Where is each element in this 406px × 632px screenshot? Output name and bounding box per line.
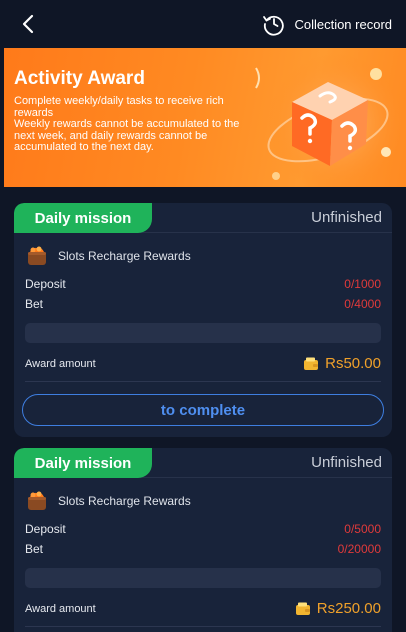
- back-button[interactable]: [16, 12, 40, 36]
- bet-value: 0/4000: [344, 297, 381, 311]
- award-amount: Rs50.00: [303, 355, 381, 372]
- award-row: Award amount Rs50.00: [25, 355, 381, 372]
- award-amount: Rs250.00: [295, 600, 381, 617]
- mystery-cube-icon: [255, 53, 401, 187]
- deposit-value: 0/1000: [344, 277, 381, 291]
- award-label: Award amount: [25, 357, 96, 370]
- mission-status: Unfinished: [311, 209, 382, 226]
- bet-value: 0/20000: [337, 542, 381, 556]
- collection-record-label: Collection record: [294, 16, 392, 32]
- bet-row: Bet 0/4000: [25, 297, 381, 311]
- chevron-left-icon[interactable]: [21, 14, 35, 34]
- bet-label: Bet: [25, 297, 44, 311]
- banner-title: Activity Award: [14, 68, 145, 89]
- to-complete-button[interactable]: to complete: [22, 394, 384, 426]
- mission-card-header: Daily mission Unfinished: [14, 448, 392, 478]
- daily-mission-tag: Daily mission: [14, 203, 152, 233]
- task-row: Slots Recharge Rewards: [26, 245, 191, 267]
- deposit-label: Deposit: [25, 277, 66, 291]
- mission-card: Daily mission Unfinished Slots Recharge …: [14, 203, 392, 437]
- top-bar: Collection record: [0, 0, 406, 48]
- progress-bar: [25, 568, 381, 588]
- deposit-label: Deposit: [25, 522, 66, 536]
- award-value: Rs250.00: [316, 600, 381, 617]
- banner-description: Complete weekly/daily tasks to receive r…: [14, 95, 240, 153]
- award-value: Rs50.00: [325, 355, 381, 372]
- collection-record-button[interactable]: Collection record: [262, 10, 392, 38]
- task-name: Slots Recharge Rewards: [58, 249, 191, 263]
- daily-mission-tag: Daily mission: [14, 448, 152, 478]
- award-row: Award amount Rs250.00: [25, 600, 381, 617]
- deposit-row: Deposit 0/1000: [25, 277, 381, 291]
- basket-icon: [28, 246, 46, 265]
- progress-bar: [25, 323, 381, 343]
- bet-label: Bet: [25, 542, 44, 556]
- history-clock-icon: [263, 15, 285, 36]
- mission-status: Unfinished: [311, 454, 382, 471]
- divider: [25, 381, 381, 382]
- deposit-value: 0/5000: [344, 522, 381, 536]
- task-row: Slots Recharge Rewards: [26, 490, 191, 512]
- award-label: Award amount: [25, 602, 96, 615]
- wallet-icon: [295, 602, 310, 615]
- task-name: Slots Recharge Rewards: [58, 494, 191, 508]
- divider: [25, 626, 381, 627]
- deposit-row: Deposit 0/5000: [25, 522, 381, 536]
- wallet-icon: [304, 357, 319, 370]
- mission-card-header: Daily mission Unfinished: [14, 203, 392, 233]
- basket-icon: [28, 491, 46, 510]
- mission-card: Daily mission Unfinished Slots Recharge …: [14, 448, 392, 632]
- activity-award-banner: Activity Award Complete weekly/daily tas…: [4, 48, 406, 187]
- bet-row: Bet 0/20000: [25, 542, 381, 556]
